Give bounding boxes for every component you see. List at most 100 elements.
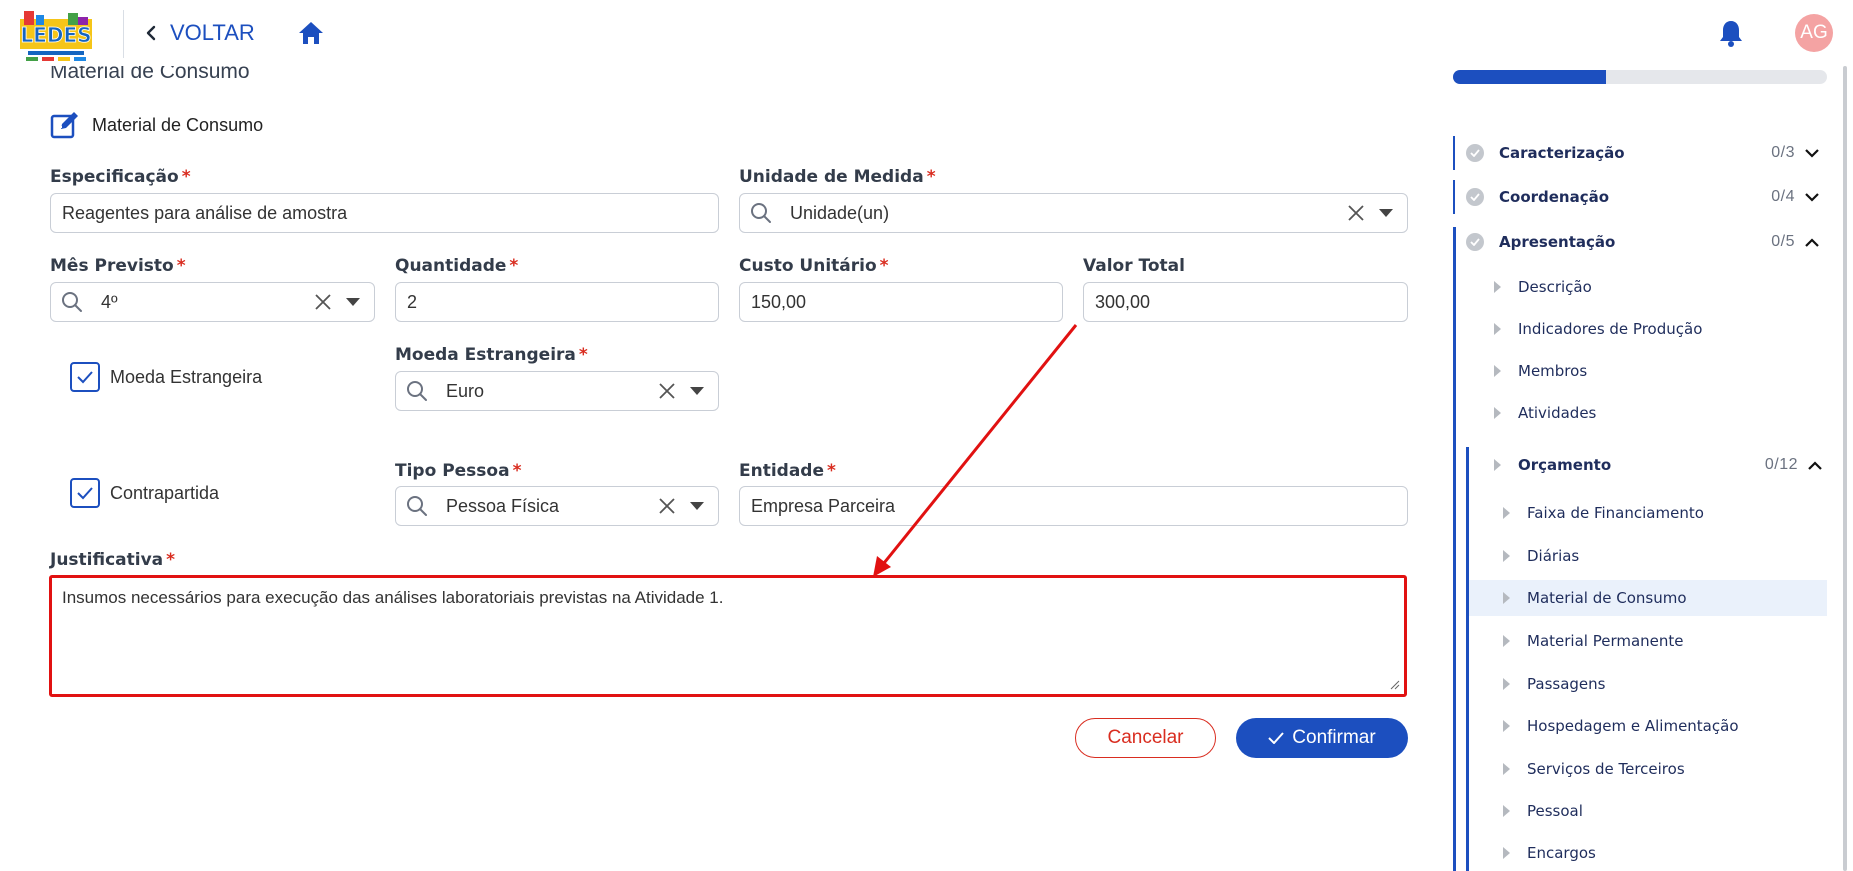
step-caracterizacao[interactable]: Caracterização 0/3 — [1453, 136, 1823, 170]
check-icon — [77, 371, 93, 384]
subsection-title: Material de Consumo — [92, 114, 264, 135]
sidebar-item-hospedagem[interactable]: Hospedagem e Alimentação — [1503, 708, 1739, 744]
caret-down-icon[interactable] — [1379, 209, 1393, 217]
svg-text:LEDES: LEDES — [20, 23, 91, 47]
sidebar-item-label: Membros — [1518, 362, 1588, 380]
chevron-up-icon[interactable] — [1805, 237, 1819, 247]
step-apresentacao[interactable]: Apresentação 0/5 — [1453, 227, 1823, 257]
check-circle-icon — [1466, 188, 1484, 206]
custo-unitario-label: Custo Unitário * — [739, 256, 889, 276]
moeda-estrangeira-label: Moeda Estrangeira * — [395, 345, 588, 365]
justificativa-value: Insumos necessários para execução das an… — [62, 588, 724, 607]
mes-previsto-label: Mês Previsto * — [50, 256, 186, 276]
valor-total-label: Valor Total — [1083, 256, 1185, 276]
step-count: 0/5 — [1771, 233, 1795, 250]
sidebar-item-atividades[interactable]: Atividades — [1494, 395, 1596, 431]
sidebar-item-label: Material Permanente — [1527, 632, 1684, 650]
caret-down-icon[interactable] — [690, 502, 704, 510]
sidebar-item-orcamento[interactable]: Orçamento 0/12 — [1494, 447, 1824, 483]
sidebar-item-encargos[interactable]: Encargos — [1503, 835, 1596, 871]
sidebar-item-material-permanente[interactable]: Material Permanente — [1503, 623, 1684, 659]
form-area: Material de Consumo Material de Consumo … — [0, 0, 1440, 871]
caret-right-icon — [1494, 281, 1501, 293]
orcamento-line — [1466, 447, 1469, 871]
sidebar-item-label: Passagens — [1527, 675, 1606, 693]
step-line — [1453, 227, 1456, 871]
contrapartida-checkbox[interactable] — [70, 478, 100, 508]
sidebar-item-label: Serviços de Terceiros — [1527, 760, 1685, 778]
caret-down-icon[interactable] — [690, 387, 704, 395]
ledes-logo[interactable]: LEDES — [20, 5, 92, 63]
clear-icon[interactable] — [658, 497, 676, 515]
sidebar-item-label: Indicadores de Produção — [1518, 320, 1703, 338]
cancel-button[interactable]: Cancelar — [1075, 718, 1216, 758]
sidebar-item-label: Diárias — [1527, 547, 1580, 565]
bell-icon[interactable] — [1718, 18, 1744, 48]
clear-icon[interactable] — [314, 293, 332, 311]
chevron-down-icon[interactable] — [1805, 192, 1819, 202]
sidebar-item-indicadores[interactable]: Indicadores de Produção — [1494, 311, 1702, 347]
unidade-medida-label: Unidade de Medida * — [739, 167, 936, 187]
search-icon — [407, 496, 427, 516]
clear-icon[interactable] — [658, 382, 676, 400]
caret-down-icon[interactable] — [346, 298, 360, 306]
mes-previsto-select[interactable]: 4º — [50, 282, 375, 322]
sidebar-item-faixa[interactable]: Faixa de Financiamento — [1503, 495, 1704, 531]
sidebar-item-label: Descrição — [1518, 278, 1592, 296]
step-indicator — [1453, 180, 1455, 214]
home-icon[interactable] — [297, 20, 325, 46]
sidebar-item-pessoal[interactable]: Pessoal — [1503, 793, 1583, 829]
clear-icon[interactable] — [1347, 204, 1365, 222]
especificacao-input[interactable]: Reagentes para análise de amostra — [50, 193, 719, 233]
step-coordenacao[interactable]: Coordenação 0/4 — [1453, 180, 1823, 214]
valor-total-value: 300,00 — [1095, 291, 1151, 312]
moeda-estrangeira-checkbox[interactable] — [70, 362, 100, 392]
caret-right-icon — [1503, 763, 1510, 775]
justificativa-textarea[interactable]: Insumos necessários para execução das an… — [49, 575, 1407, 697]
sidebar-item-diarias[interactable]: Diárias — [1503, 538, 1579, 574]
top-bar: LEDES VOLTAR AG — [0, 0, 1853, 66]
step-indicator — [1453, 136, 1455, 170]
unidade-medida-value: Unidade(un) — [790, 202, 890, 223]
scrollbar[interactable] — [1843, 66, 1847, 871]
tipo-pessoa-label: Tipo Pessoa * — [395, 461, 522, 481]
sidebar-item-label: Hospedagem e Alimentação — [1527, 717, 1739, 735]
back-button[interactable]: VOLTAR — [146, 18, 255, 48]
caret-right-icon — [1503, 805, 1510, 817]
valor-total-input[interactable]: 300,00 — [1083, 282, 1408, 322]
caret-right-icon — [1503, 592, 1510, 604]
sidebar-item-passagens[interactable]: Passagens — [1503, 666, 1605, 702]
contrapartida-checkbox-label: Contrapartida — [110, 483, 220, 503]
check-circle-icon — [1466, 233, 1484, 251]
unidade-medida-select[interactable]: Unidade(un) — [739, 193, 1408, 233]
header-divider — [123, 10, 124, 58]
chevron-up-icon[interactable] — [1808, 461, 1822, 470]
sidebar-item-servicos-terceiros[interactable]: Serviços de Terceiros — [1503, 751, 1685, 787]
sidebar-item-descricao[interactable]: Descrição — [1494, 269, 1592, 305]
sidebar-item-label: Orçamento — [1518, 456, 1612, 474]
caret-right-icon — [1503, 847, 1510, 859]
confirm-button[interactable]: Confirmar — [1236, 718, 1408, 758]
quantidade-input[interactable]: 2 — [395, 282, 719, 322]
step-count: 0/4 — [1771, 188, 1795, 205]
quantidade-value: 2 — [407, 291, 418, 312]
step-title: Apresentação — [1499, 233, 1616, 251]
tipo-pessoa-select[interactable]: Pessoa Física — [395, 486, 719, 526]
caret-right-icon — [1494, 365, 1501, 377]
subsection-header: Material de Consumo — [50, 110, 263, 140]
step-title: Coordenação — [1499, 188, 1610, 206]
chevron-down-icon[interactable] — [1805, 148, 1819, 158]
caret-right-icon — [1494, 323, 1501, 335]
custo-unitario-input[interactable]: 150,00 — [739, 282, 1063, 322]
caret-right-icon — [1494, 459, 1501, 471]
avatar[interactable]: AG — [1795, 14, 1833, 52]
entidade-value: Empresa Parceira — [751, 495, 896, 516]
entidade-input[interactable]: Empresa Parceira — [739, 486, 1408, 526]
moeda-estrangeira-select[interactable]: Euro — [395, 371, 719, 411]
step-title: Caracterização — [1499, 144, 1625, 162]
sidebar-item-material-consumo[interactable]: Material de Consumo — [1469, 580, 1827, 616]
resize-grip-icon[interactable] — [1390, 680, 1400, 690]
check-icon — [77, 487, 93, 500]
sidebar-item-membros[interactable]: Membros — [1494, 353, 1587, 389]
sidebar-item-label: Pessoal — [1527, 802, 1583, 820]
